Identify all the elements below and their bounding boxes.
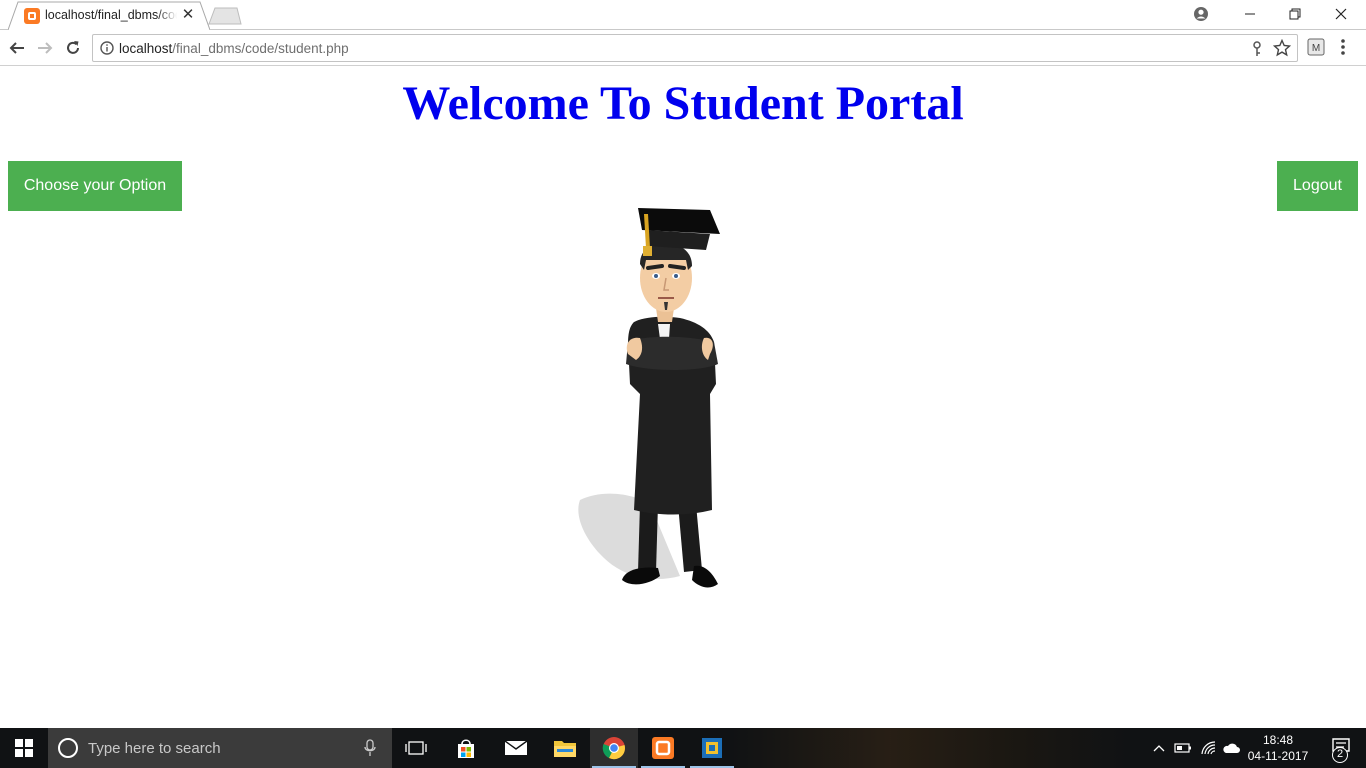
file-explorer-button[interactable] (541, 728, 589, 768)
browser-tab-strip: localhost/final_dbms/code/student.php ✕ (0, 0, 1366, 31)
onedrive-tray-button[interactable] (1220, 728, 1242, 768)
battery-tray-button[interactable] (1172, 728, 1194, 768)
svg-text:M: M (1312, 43, 1320, 54)
page-content: Welcome To Student Portal Choose your Op… (0, 66, 1366, 728)
forward-button[interactable] (34, 37, 56, 59)
microphone-icon[interactable] (364, 739, 376, 757)
windows-taskbar: Type here to search 18:48 04-11-2017 2 (0, 728, 1366, 768)
task-view-button[interactable] (392, 728, 440, 768)
wifi-icon (1201, 741, 1216, 755)
address-bar[interactable]: localhost/final_dbms/code/student.php (92, 34, 1298, 62)
virtualbox-app-button[interactable] (688, 728, 736, 768)
chrome-icon (602, 737, 625, 760)
clock-date: 04-11-2017 (1247, 749, 1309, 763)
browser-tab-active[interactable]: localhost/final_dbms/code/student.php ✕ (8, 1, 210, 31)
mail-app-button[interactable] (492, 728, 540, 768)
notification-badge: 2 (1332, 747, 1348, 763)
action-center-button[interactable]: 2 (1318, 728, 1366, 768)
tab-close-icon[interactable]: ✕ (180, 7, 196, 23)
xampp-icon (652, 737, 674, 759)
folder-icon (554, 741, 576, 757)
bookmark-star-icon[interactable] (1273, 39, 1291, 57)
taskbar-wallpaper-tint (730, 728, 1130, 768)
restore-button[interactable] (1272, 0, 1318, 28)
graduate-illustration (578, 208, 720, 588)
choose-option-button[interactable]: Choose your Option (8, 161, 182, 211)
xampp-app-button[interactable] (639, 728, 687, 768)
info-icon[interactable] (100, 41, 114, 55)
url-host: localhost (119, 41, 173, 56)
xampp-favicon-icon (24, 8, 40, 24)
cloud-icon (1223, 743, 1240, 753)
extension-icon[interactable]: M (1307, 38, 1325, 61)
system-clock[interactable]: 18:48 04-11-2017 (1240, 732, 1316, 764)
back-arrow-icon (9, 42, 24, 54)
page-title: Welcome To Student Portal (402, 77, 964, 130)
forward-arrow-icon (38, 42, 53, 54)
close-window-button[interactable] (1318, 0, 1364, 28)
reload-icon (67, 41, 79, 54)
task-view-icon (405, 741, 427, 755)
minimize-button[interactable] (1227, 0, 1273, 28)
network-tray-button[interactable] (1197, 728, 1219, 768)
virtualbox-icon (702, 738, 722, 758)
browser-menu-icon[interactable] (1340, 38, 1346, 61)
show-hidden-icons-button[interactable] (1150, 728, 1168, 768)
taskbar-search-box[interactable]: Type here to search (48, 728, 392, 768)
logout-button[interactable]: Logout (1277, 161, 1358, 211)
tab-title: localhost/final_dbms/code/student.php (45, 8, 177, 22)
url-path: /final_dbms/code/student.php (172, 41, 349, 56)
new-tab-button[interactable] (207, 7, 243, 30)
url-text: localhost/final_dbms/code/student.php (119, 41, 349, 56)
start-button[interactable] (0, 728, 48, 768)
key-icon[interactable] (1251, 41, 1263, 57)
chevron-up-icon (1153, 745, 1165, 752)
windows-logo-icon (15, 739, 33, 757)
chrome-app-button[interactable] (590, 728, 638, 768)
clock-time: 18:48 (1262, 733, 1294, 747)
store-icon (458, 739, 474, 758)
search-placeholder: Type here to search (88, 740, 221, 757)
browser-toolbar: localhost/final_dbms/code/student.php M (0, 30, 1366, 66)
reload-button[interactable] (62, 37, 84, 59)
battery-icon (1174, 743, 1191, 753)
back-button[interactable] (6, 37, 28, 59)
mail-icon (504, 740, 528, 755)
store-app-button[interactable] (442, 728, 490, 768)
profile-icon[interactable] (1178, 0, 1224, 28)
cortana-icon[interactable] (58, 738, 78, 758)
